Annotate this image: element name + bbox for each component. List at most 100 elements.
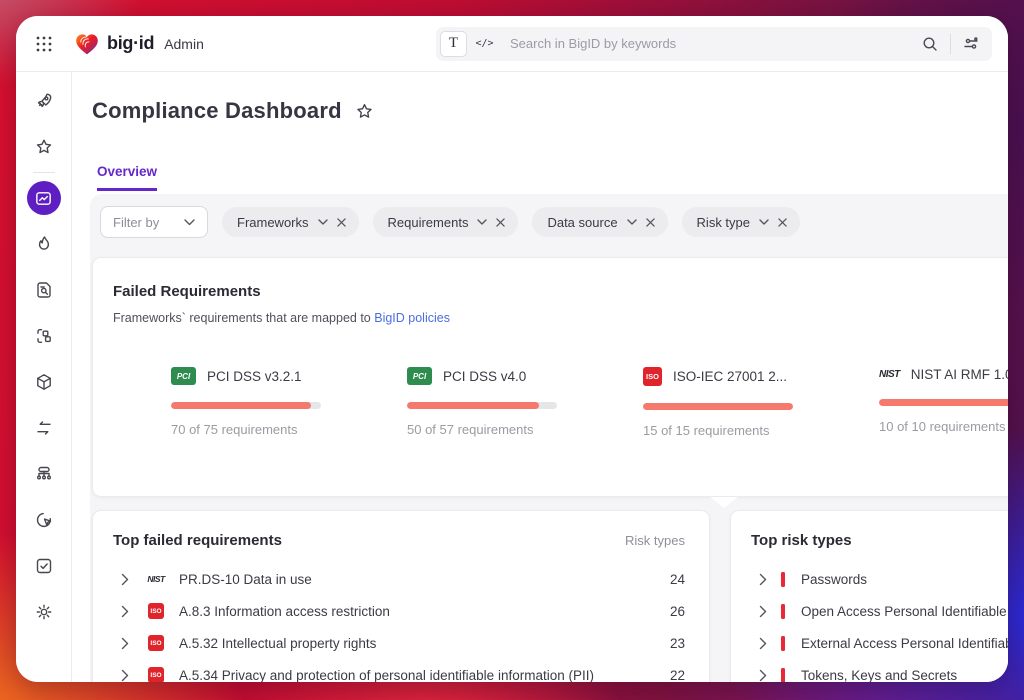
code-mode-button[interactable]: </> (470, 31, 499, 57)
framework-card-iso-27001[interactable]: ISO ISO-IEC 27001 2... 15 of 15 requirem… (643, 367, 879, 438)
risk-types-count: 23 (670, 636, 685, 651)
filter-chip-requirements[interactable]: Requirements (373, 207, 519, 237)
bigid-policies-link[interactable]: BigID policies (374, 311, 450, 325)
close-icon[interactable] (646, 218, 655, 227)
sidebar-item-catalog[interactable] (16, 359, 72, 405)
sidebar-item-getting-started[interactable] (16, 78, 72, 124)
chevron-right-icon[interactable] (121, 573, 129, 586)
shield-pointer-icon (34, 510, 54, 530)
list-item[interactable]: ISO A.5.32 Intellectual property rights … (113, 627, 709, 659)
brand-logo[interactable]: big·id Admin (74, 32, 204, 56)
progress-fill (643, 403, 793, 410)
iso-logo-icon: ISO (643, 367, 662, 386)
list-item[interactable]: External Access Personal Identifiab (751, 627, 1008, 659)
list-item[interactable]: ISO A.5.34 Privacy and protection of per… (113, 659, 709, 682)
sidebar-item-classification[interactable] (16, 313, 72, 359)
global-search-bar[interactable]: T </> Search in BigID by keywords (436, 27, 992, 61)
page-title: Compliance Dashboard (92, 98, 342, 124)
iso-logo-icon: ISO (148, 603, 164, 619)
risk-bar-icon (781, 572, 785, 587)
subtitle-text: Frameworks` requirements that are mapped… (113, 311, 371, 325)
chevron-right-icon[interactable] (759, 669, 767, 682)
chevron-right-icon[interactable] (759, 573, 767, 586)
pci-logo-icon: PCI (407, 367, 432, 385)
frameworks-grid: PCI PCI DSS v3.2.1 70 of 75 requirements… (171, 367, 1008, 438)
framework-name: PCI DSS v4.0 (443, 369, 526, 384)
nist-logo-icon: NIST (147, 574, 164, 584)
flame-icon (34, 234, 54, 254)
sidebar-item-dashboard-active[interactable] (16, 175, 72, 221)
advanced-search-icon[interactable] (962, 35, 980, 53)
chevron-down-icon (477, 219, 487, 225)
chevron-down-icon (318, 219, 328, 225)
list-item[interactable]: NIST PR.DS-10 Data in use 24 (113, 563, 709, 595)
chevron-down-icon (184, 219, 195, 226)
search-divider (950, 34, 951, 54)
filter-chip-risk-type[interactable]: Risk type (682, 207, 800, 237)
nist-logo-icon: NIST (879, 369, 900, 380)
filter-chip-data-source[interactable]: Data source (532, 207, 667, 237)
card-subtitle: Frameworks` requirements that are mapped… (113, 311, 1008, 325)
framework-name: PCI DSS v3.2.1 (207, 369, 302, 384)
sidebar-item-risk[interactable] (16, 221, 72, 267)
search-icon[interactable] (921, 35, 939, 53)
list-item[interactable]: Open Access Personal Identifiable (751, 595, 1008, 627)
chevron-down-icon (759, 219, 769, 225)
chip-label: Requirements (388, 215, 469, 230)
sidebar-item-reports[interactable] (16, 267, 72, 313)
tab-overview[interactable]: Overview (97, 164, 157, 191)
sidebar-divider (33, 172, 55, 173)
card-title: Top risk types (751, 532, 852, 549)
list-item[interactable]: Tokens, Keys and Secrets (751, 659, 1008, 682)
requirements-count: 70 of 75 requirements (171, 422, 407, 437)
progress-bar (171, 402, 321, 409)
framework-name: ISO-IEC 27001 2... (673, 369, 787, 384)
chip-label: Risk type (697, 215, 750, 230)
risk-type-label: Tokens, Keys and Secrets (801, 668, 1008, 683)
app-window: big·id Admin T </> Search in BigID by ke… (16, 16, 1008, 682)
chevron-down-icon (627, 219, 637, 225)
sidebar-item-favorites[interactable] (16, 124, 72, 170)
requirement-label: A.5.32 Intellectual property rights (179, 636, 670, 651)
chevron-right-icon[interactable] (121, 637, 129, 650)
rocket-icon (34, 91, 54, 111)
requirements-count: 15 of 15 requirements (643, 423, 879, 438)
text-mode-button[interactable]: T (440, 31, 467, 57)
sidebar-item-access-intelligence[interactable] (16, 497, 72, 543)
requirement-label: PR.DS-10 Data in use (179, 572, 670, 587)
chevron-right-icon[interactable] (121, 605, 129, 618)
sidebar-item-orchestration[interactable] (16, 451, 72, 497)
risk-types-column-header: Risk types (625, 533, 685, 548)
sidebar-item-actions[interactable] (16, 543, 72, 589)
favorite-star-icon[interactable] (355, 102, 374, 121)
chip-label: Data source (547, 215, 617, 230)
progress-fill (879, 399, 1008, 406)
active-item-highlight (27, 181, 61, 215)
chevron-right-icon[interactable] (759, 605, 767, 618)
product-label: Admin (164, 36, 204, 52)
chevron-right-icon[interactable] (121, 669, 129, 682)
list-item[interactable]: ISO A.8.3 Information access restriction… (113, 595, 709, 627)
risk-type-label: Open Access Personal Identifiable (801, 604, 1008, 619)
close-icon[interactable] (778, 218, 787, 227)
framework-card-nist-ai-rmf[interactable]: NIST NIST AI RMF 1.0 10 of 10 requiremen… (879, 367, 1008, 438)
filter-by-dropdown[interactable]: Filter by (100, 206, 208, 238)
framework-card-pci-v40[interactable]: PCI PCI DSS v4.0 50 of 57 requirements (407, 367, 643, 438)
risk-bar-icon (781, 636, 785, 651)
close-icon[interactable] (496, 218, 505, 227)
framework-card-pci-v321[interactable]: PCI PCI DSS v3.2.1 70 of 75 requirements (171, 367, 407, 438)
collapse-notch[interactable] (710, 497, 738, 508)
progress-bar (879, 399, 1008, 406)
close-icon[interactable] (337, 218, 346, 227)
sidebar-item-settings[interactable] (16, 589, 72, 635)
search-input[interactable]: Search in BigID by keywords (510, 36, 921, 51)
cube-icon (34, 372, 54, 392)
chevron-right-icon[interactable] (759, 637, 767, 650)
risk-types-count: 26 (670, 604, 685, 619)
sidebar-item-data-flows[interactable] (16, 405, 72, 451)
list-item[interactable]: Passwords (751, 563, 1008, 595)
risk-bar-icon (781, 668, 785, 683)
filter-chip-frameworks[interactable]: Frameworks (222, 207, 359, 237)
star-icon (34, 137, 54, 157)
apps-grid-icon[interactable] (34, 34, 54, 54)
